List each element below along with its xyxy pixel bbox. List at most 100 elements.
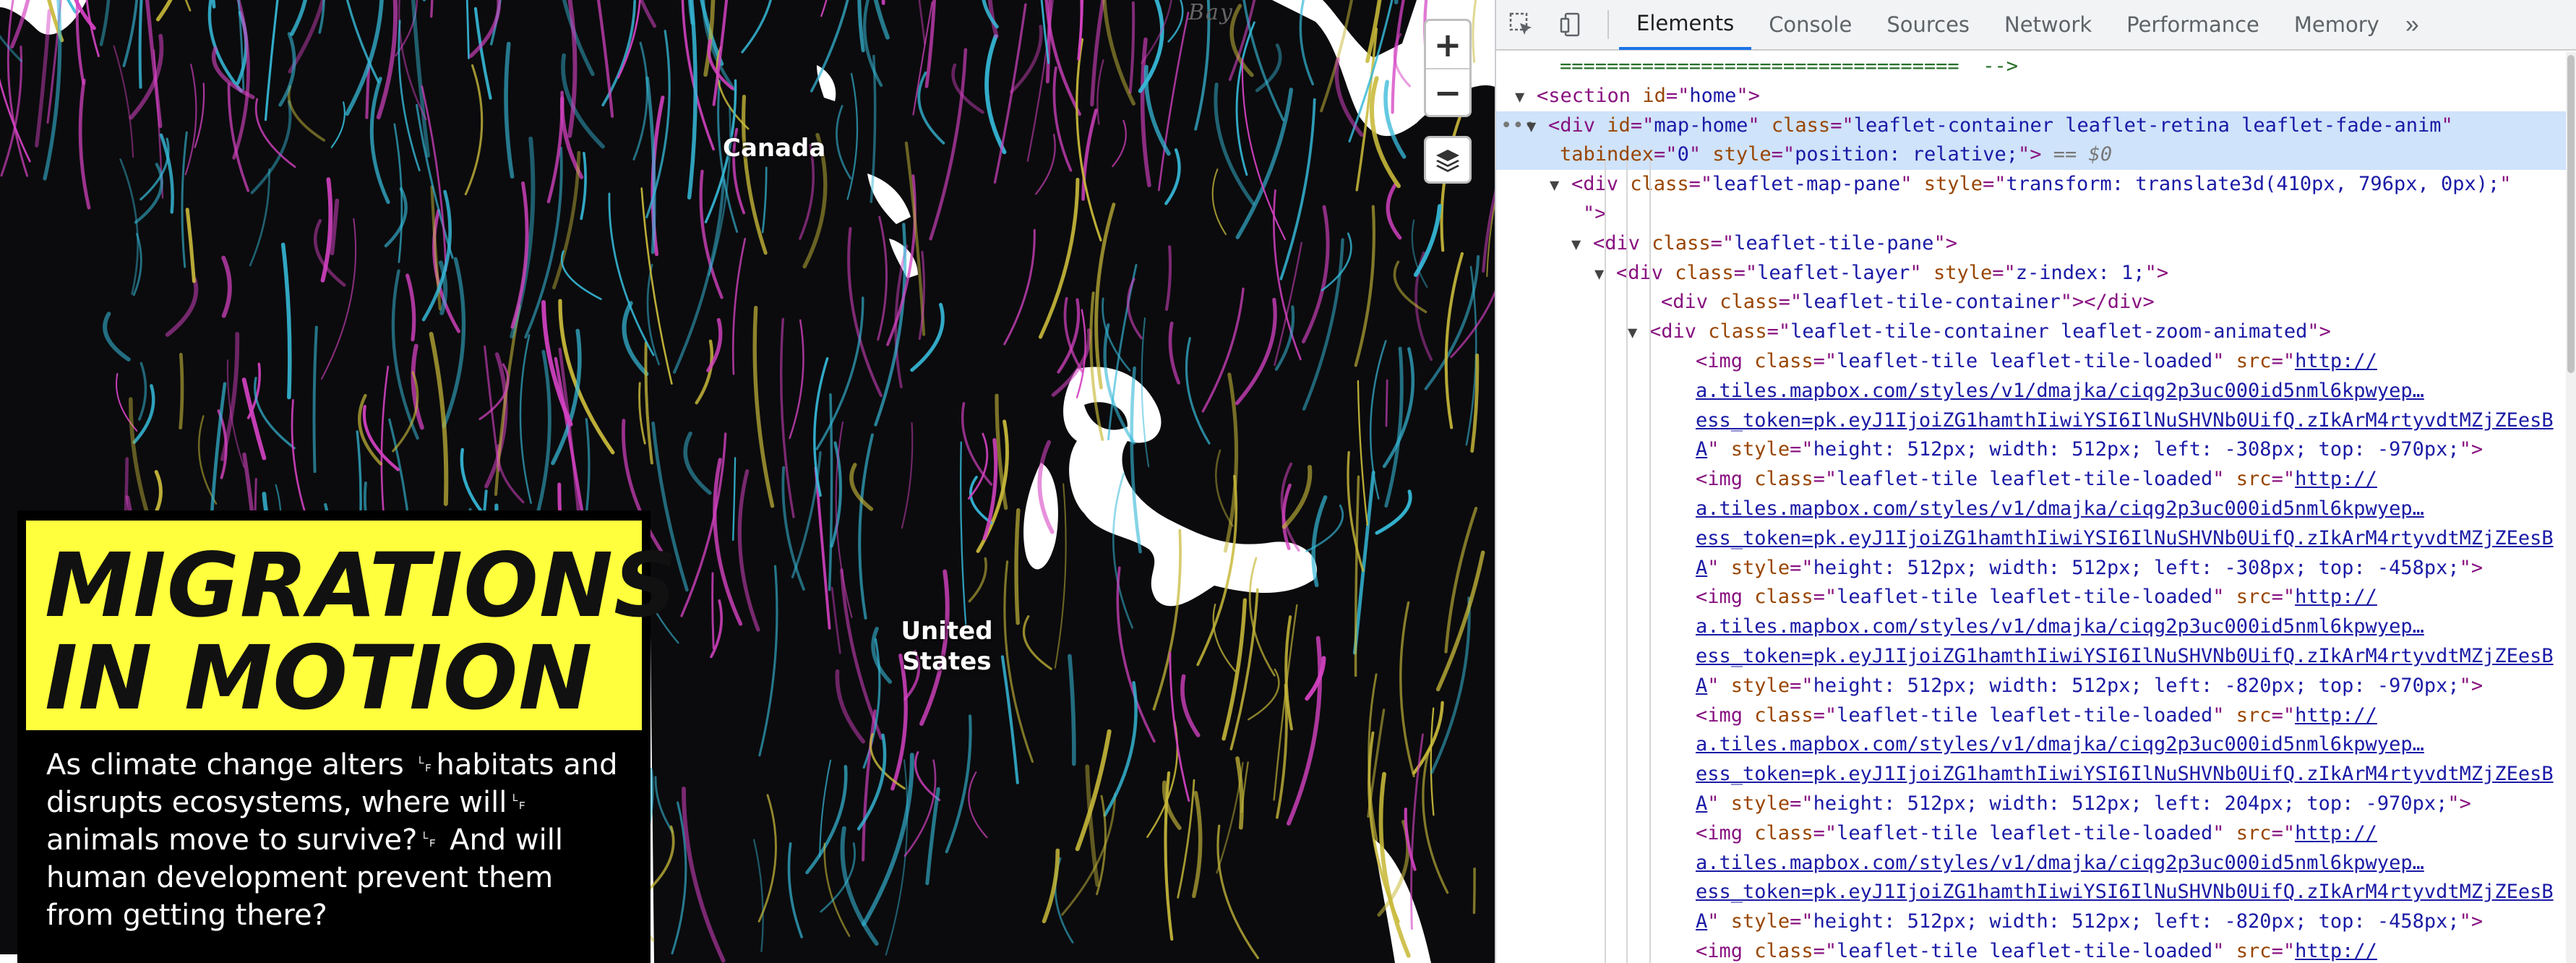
migration-flow-line: [672, 179, 726, 374]
migration-map[interactable]: Bay Canada United States + − ▸ MIGRATION…: [0, 0, 1495, 963]
devtools-toolbar: Elements Console Sources Network Performance…: [1496, 0, 2576, 51]
migration-flow-line: [830, 586, 841, 654]
node-section-home[interactable]: ▼ <section id="home">: [1496, 82, 2576, 111]
tile-src-link[interactable]: a.tiles.mapbox.com/styles/v1/dmajka/ciqg…: [1496, 612, 2576, 642]
tile-style-attr[interactable]: A" style="height: 512px; width: 512px; l…: [1496, 554, 2576, 583]
node-img-tile[interactable]: <img class="leaflet-tile leaflet-tile-lo…: [1496, 819, 2576, 849]
migration-flow-line: [312, 325, 318, 474]
migration-flow-line: [1103, 680, 1138, 817]
node-leaflet-layer[interactable]: ▼ <div class="leaflet-layer" style="z-ind…: [1496, 259, 2576, 288]
tab-elements[interactable]: Elements: [1619, 0, 1752, 50]
migration-flow-line: [1010, 25, 1043, 94]
migration-flow-line: [596, 0, 614, 118]
node-img-tile[interactable]: <img class="leaflet-tile leaflet-tile-lo…: [1496, 937, 2576, 963]
tile-src-link[interactable]: a.tiles.mapbox.com/styles/v1/dmajka/ciqg…: [1496, 730, 2576, 760]
layers-button[interactable]: [1424, 136, 1472, 184]
migration-flow-line: [460, 448, 485, 515]
migration-flow-line: [741, 0, 772, 54]
migration-flow-line: [820, 842, 856, 913]
migration-flow-line: [1039, 177, 1080, 339]
migration-flow-line: [1211, 168, 1227, 236]
migration-flow-line: [1274, 305, 1295, 371]
migration-flow-line: [968, 771, 988, 839]
indent-guide: [1649, 160, 1651, 963]
tile-src-link[interactable]: ess_token=pk.eyJ1IjoiZG1hamthIiwiYSI6IlN…: [1496, 524, 2576, 554]
migration-flow-line: [165, 276, 199, 337]
tile-style-attr[interactable]: A" style="height: 512px; width: 512px; l…: [1496, 907, 2576, 937]
tile-style-attr[interactable]: A" style="height: 512px; width: 512px; l…: [1496, 435, 2576, 465]
node-map-pane[interactable]: ▼ <div class="leaflet-map-pane" style="tr…: [1496, 170, 2576, 200]
migration-flow-line: [871, 626, 893, 684]
tab-network[interactable]: Network: [1987, 0, 2109, 50]
migration-flow-line: [1126, 278, 1143, 340]
migration-flow-line: [519, 334, 532, 505]
migration-flow-line: [184, 64, 197, 176]
node-map-home-cont[interactable]: tabindex="0" style="position: relative;"…: [1496, 140, 2576, 171]
migration-flow-line: [290, 0, 307, 36]
migration-flow-line: [132, 384, 155, 445]
migration-flow-line: [1168, 321, 1181, 385]
migration-flow-line: [1201, 287, 1245, 413]
migration-flow-line: [510, 136, 536, 339]
node-img-tile[interactable]: <img class="leaflet-tile leaflet-tile-lo…: [1496, 701, 2576, 731]
comment-line[interactable]: ================================== -->: [1496, 52, 2576, 82]
node-tile-pane[interactable]: ▼ <div class="leaflet-tile-pane">: [1496, 229, 2576, 259]
migration-flow-line: [877, 215, 888, 341]
node-map-home[interactable]: ••• ▼ <div id="map-home" class="leaflet-co…: [1496, 111, 2576, 141]
tile-src-link[interactable]: ess_token=pk.eyJ1IjoiZG1hamthIiwiYSI6IlN…: [1496, 642, 2576, 672]
migration-flow-line: [99, 0, 111, 46]
elements-tree[interactable]: ================================== --> ▼ <…: [1496, 52, 2576, 963]
indent-guide: [1626, 160, 1628, 963]
migration-flow-line: [862, 753, 914, 927]
tab-performance[interactable]: Performance: [2109, 0, 2277, 50]
migration-flow-line: [757, 794, 777, 923]
tile-src-link[interactable]: a.tiles.mapbox.com/styles/v1/dmajka/ciqg…: [1496, 849, 2576, 878]
migration-flow-line: [682, 787, 726, 963]
tab-console[interactable]: Console: [1751, 0, 1869, 50]
device-toolbar-icon[interactable]: [1547, 0, 1597, 50]
migration-flow-line: [320, 177, 333, 283]
tile-style-attr[interactable]: A" style="height: 512px; width: 512px; l…: [1496, 789, 2576, 819]
tab-sources[interactable]: Sources: [1869, 0, 1987, 50]
migration-flow-line: [1444, 252, 1464, 429]
migration-flow-line: [1096, 59, 1104, 125]
node-tile-container-animated[interactable]: ▼ <div class="leaflet-tile-container leaf…: [1496, 317, 2576, 347]
more-tabs-button[interactable]: »: [2397, 11, 2428, 39]
migration-flow-line: [787, 842, 803, 938]
migration-flow-line: [155, 0, 173, 22]
migration-flow-line: [1214, 82, 1255, 206]
migration-flow-line: [1003, 228, 1036, 346]
migration-flow-line: [654, 776, 674, 834]
migration-flow-line: [752, 306, 775, 508]
migration-flow-line: [910, 302, 945, 372]
bay-label: Bay: [1188, 0, 1234, 25]
tile-style-attr[interactable]: A" style="height: 512px; width: 512px; l…: [1496, 672, 2576, 701]
node-img-tile[interactable]: <img class="leaflet-tile leaflet-tile-lo…: [1496, 465, 2576, 495]
migration-flow-line: [1090, 0, 1105, 107]
zoom-control: + −: [1424, 19, 1472, 117]
tile-src-link[interactable]: ess_token=pk.eyJ1IjoiZG1hamthIiwiYSI6IlN…: [1496, 878, 2576, 907]
inspect-element-icon[interactable]: [1496, 0, 1547, 50]
scrollbar-thumb[interactable]: [2567, 55, 2575, 373]
migration-flow-line: [644, 341, 653, 465]
migration-flow-line: [1014, 508, 1021, 625]
migration-flow-line: [536, 349, 551, 513]
tile-src-link[interactable]: a.tiles.mapbox.com/styles/v1/dmajka/ciqg…: [1496, 377, 2576, 406]
migration-flow-line: [820, 0, 828, 17]
node-tile-container[interactable]: <div class="leaflet-tile-container"></di…: [1496, 288, 2576, 317]
zoom-in-button[interactable]: +: [1426, 21, 1469, 68]
tile-src-link[interactable]: a.tiles.mapbox.com/styles/v1/dmajka/ciqg…: [1496, 495, 2576, 524]
migration-flow-line: [918, 0, 926, 46]
migration-flow-line: [858, 433, 874, 620]
tab-memory[interactable]: Memory: [2277, 0, 2397, 50]
migration-flow-line: [504, 41, 515, 179]
migration-flow-line: [917, 71, 945, 145]
node-img-tile[interactable]: <img class="leaflet-tile leaflet-tile-lo…: [1496, 347, 2576, 377]
tile-src-link[interactable]: ess_token=pk.eyJ1IjoiZG1hamthIiwiYSI6IlN…: [1496, 760, 2576, 789]
node-img-tile[interactable]: <img class="leaflet-tile leaflet-tile-lo…: [1496, 583, 2576, 612]
zoom-out-button[interactable]: −: [1426, 68, 1469, 115]
tile-src-link[interactable]: ess_token=pk.eyJ1IjoiZG1hamthIiwiYSI6IlN…: [1496, 406, 2576, 436]
migration-flow-line: [732, 457, 737, 542]
node-map-pane-end[interactable]: ">: [1496, 200, 2576, 229]
elements-scrollbar[interactable]: [2566, 52, 2576, 963]
